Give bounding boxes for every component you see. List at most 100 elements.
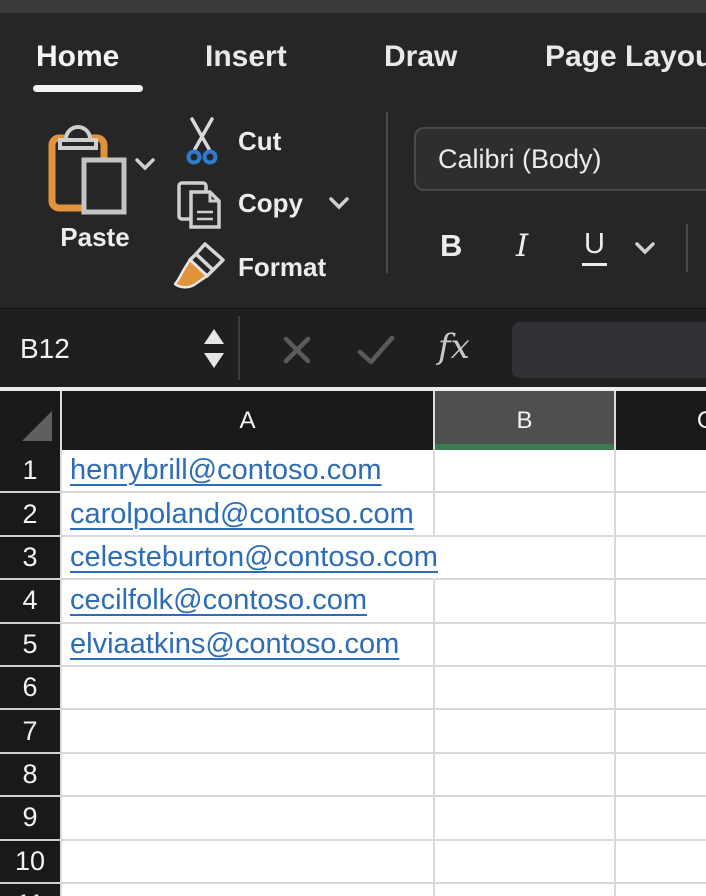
row-header[interactable]: 4 [0,580,62,623]
cell-a3[interactable]: celesteburton@contoso.com [62,537,435,580]
font-name-select[interactable]: Calibri (Body) [414,127,706,191]
table-row: 11 [0,884,706,896]
cell-c6[interactable] [616,667,706,710]
tab-page-layout[interactable]: Page Layout [545,40,706,74]
cell-b6[interactable] [435,667,616,710]
select-all-corner[interactable] [0,391,62,450]
row-header[interactable]: 1 [0,450,62,493]
window-top-strip [0,0,706,13]
cell-c5[interactable] [616,624,706,667]
copy-button[interactable]: Copy [238,188,303,219]
copy-icon[interactable] [176,180,224,230]
cut-icon[interactable] [186,117,218,167]
cell-c3[interactable] [616,537,706,580]
underline-dropdown-chevron-icon[interactable] [634,241,656,255]
select-all-triangle-icon [22,411,52,441]
cell-c4[interactable] [616,580,706,623]
cell-b5[interactable] [435,624,616,667]
cell-c2[interactable] [616,493,706,536]
cell-c11[interactable] [616,884,706,896]
cell-a2[interactable]: carolpoland@contoso.com [62,493,435,536]
table-row: 5elviaatkins@contoso.com [0,624,706,667]
formula-input[interactable] [512,322,706,378]
cell-c7[interactable] [616,710,706,753]
cell-a1[interactable]: henrybrill@contoso.com [62,450,435,493]
cell-a7[interactable] [62,710,435,753]
row-header[interactable]: 7 [0,710,62,753]
cell-hyperlink[interactable]: elviaatkins@contoso.com [70,628,399,661]
cell-b9[interactable] [435,797,616,840]
cell-hyperlink[interactable]: henrybrill@contoso.com [70,454,382,487]
format-painter-icon[interactable] [172,241,226,291]
cell-a8[interactable] [62,754,435,797]
cell-c1[interactable] [616,450,706,493]
row-header[interactable]: 10 [0,841,62,884]
cell-b7[interactable] [435,710,616,753]
row-header[interactable]: 2 [0,493,62,536]
cell-a11[interactable] [62,884,435,896]
ribbon-group-divider [686,224,688,272]
cell-b10[interactable] [435,841,616,884]
table-row: 7 [0,710,706,753]
cell-c9[interactable] [616,797,706,840]
row-header[interactable]: 3 [0,537,62,580]
name-box-spinner-up-icon[interactable] [204,329,224,344]
cut-button[interactable]: Cut [238,126,281,157]
cell-a9[interactable] [62,797,435,840]
cell-a5[interactable]: elviaatkins@contoso.com [62,624,435,667]
cell-c10[interactable] [616,841,706,884]
row-header[interactable]: 11 [0,884,62,896]
row-header[interactable]: 6 [0,667,62,710]
underline-button[interactable]: U [582,228,607,266]
table-row: 9 [0,797,706,840]
formula-bar: B12 fx [0,308,706,387]
format-button[interactable]: Format [238,252,326,283]
table-row: 3celesteburton@contoso.com [0,537,706,580]
tab-draw[interactable]: Draw [384,40,457,74]
table-row: 6 [0,667,706,710]
table-row: 2carolpoland@contoso.com [0,493,706,536]
formula-bar-divider [238,316,240,380]
cell-a10[interactable] [62,841,435,884]
table-row: 10 [0,841,706,884]
cell-hyperlink[interactable]: celesteburton@contoso.com [70,541,438,574]
insert-function-icon[interactable]: fx [438,309,470,388]
cell-c8[interactable] [616,754,706,797]
active-tab-underline [33,85,143,92]
table-row: 4cecilfolk@contoso.com [0,580,706,623]
copy-dropdown-chevron-icon[interactable] [328,196,350,210]
cell-b1[interactable] [435,450,616,493]
column-header-c[interactable]: C [616,391,706,450]
column-header-a[interactable]: A [62,391,435,450]
cell-b8[interactable] [435,754,616,797]
cell-b3[interactable] [435,537,616,580]
grid-rows: 1henrybrill@contoso.com2carolpoland@cont… [0,450,706,896]
column-header-b[interactable]: B [435,391,616,450]
row-header[interactable]: 5 [0,624,62,667]
paste-dropdown-chevron-icon[interactable] [134,157,156,171]
tab-insert[interactable]: Insert [205,40,287,74]
confirm-check-icon[interactable] [356,334,396,366]
italic-button[interactable]: I [516,228,528,264]
cell-a4[interactable]: cecilfolk@contoso.com [62,580,435,623]
spreadsheet-grid: A B C 1henrybrill@contoso.com2carolpolan… [0,387,706,896]
cell-b4[interactable] [435,580,616,623]
name-box-spinner-down-icon[interactable] [204,353,224,368]
cell-b11[interactable] [435,884,616,896]
cell-hyperlink[interactable]: carolpoland@contoso.com [70,498,414,531]
cancel-icon[interactable] [282,335,312,365]
row-header[interactable]: 8 [0,754,62,797]
bold-button[interactable]: B [440,228,462,264]
column-headers: A B C [0,391,706,450]
cell-hyperlink[interactable]: cecilfolk@contoso.com [70,584,367,617]
ribbon-group-divider [386,112,388,273]
paste-button[interactable]: Paste [44,222,146,253]
row-header[interactable]: 9 [0,797,62,840]
paste-icon[interactable] [46,122,128,216]
tab-home[interactable]: Home [36,40,119,74]
table-row: 1henrybrill@contoso.com [0,450,706,493]
table-row: 8 [0,754,706,797]
cell-a6[interactable] [62,667,435,710]
name-box[interactable]: B12 [20,309,70,388]
cell-b2[interactable] [435,493,616,536]
